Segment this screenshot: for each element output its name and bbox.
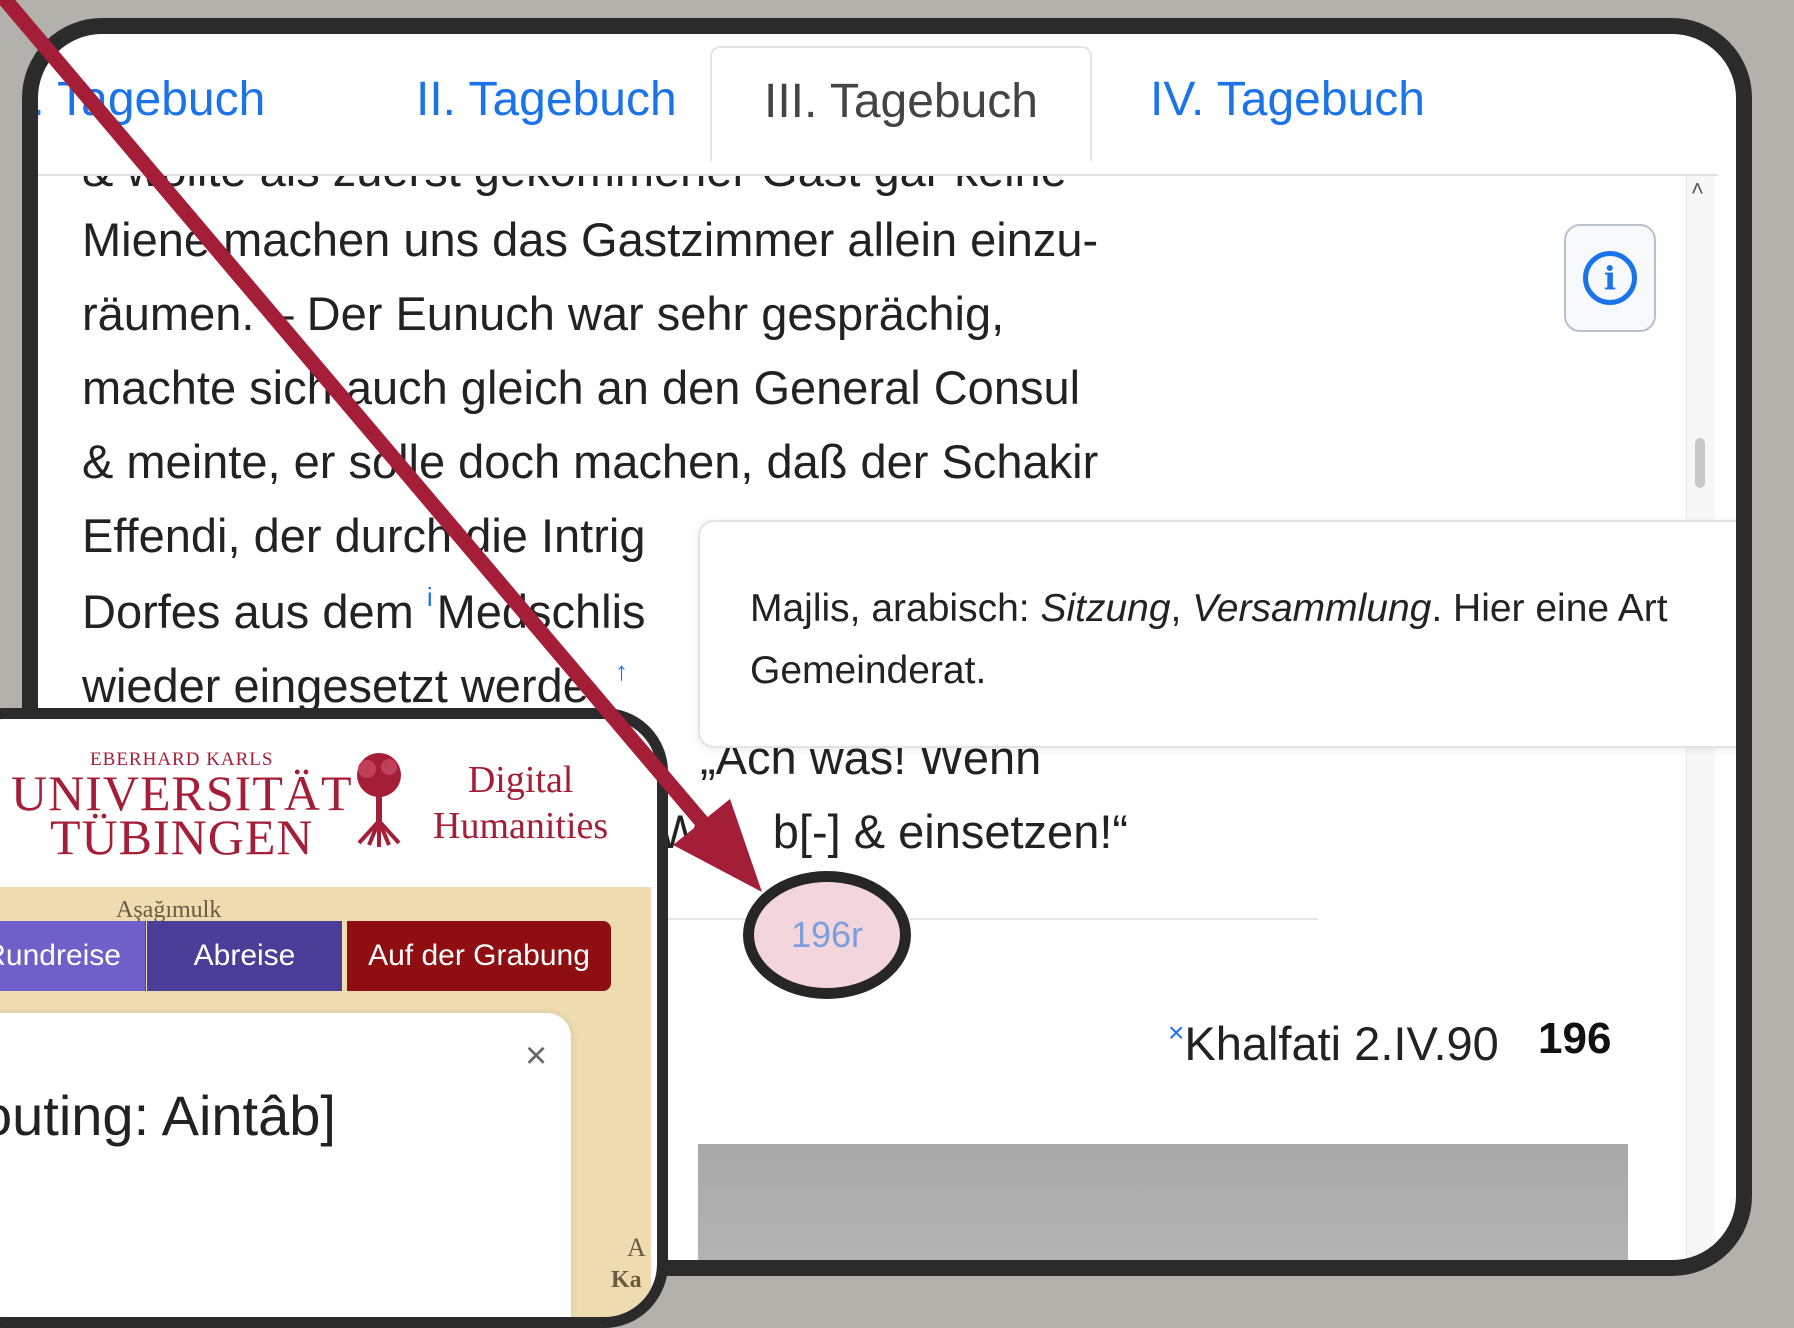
map-place-label-3: Ka	[611, 1267, 642, 1293]
arrow-shaft	[0, 0, 708, 827]
annotation-arrow	[0, 0, 762, 892]
